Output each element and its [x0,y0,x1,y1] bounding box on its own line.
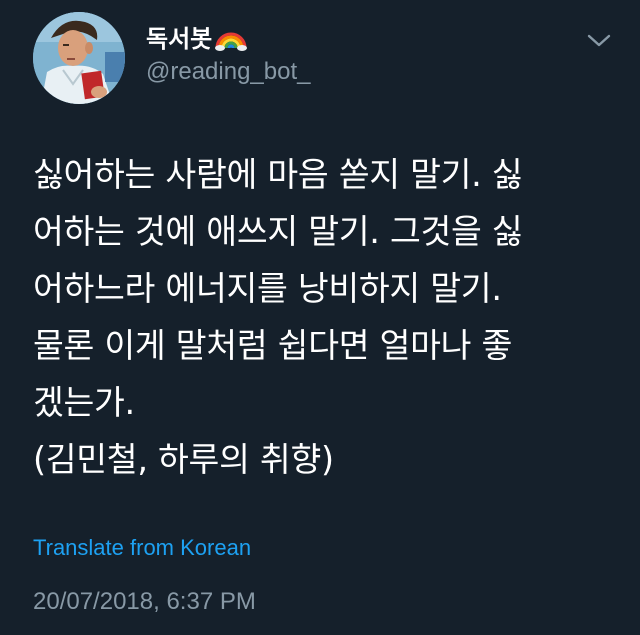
tweet-timestamp[interactable]: 20/07/2018, 6:37 PM [33,588,256,616]
tweet-text-line: 어하느라 에너지를 낭비하지 말기. [33,269,502,308]
name-row: 독서봇 [146,19,248,54]
avatar[interactable] [33,12,125,104]
rainbow-icon [215,20,248,52]
user-handle[interactable]: @reading_bot_ [146,58,310,86]
tweet-text-line: 겠는가. [33,383,135,422]
tweet-text-line: 물론 이게 말처럼 쉽다면 얼마나 좋 [33,326,513,365]
translate-link[interactable]: Translate from Korean [33,535,251,561]
tweet-text-line: (김민철, 하루의 취향) [33,440,334,479]
tweet-text: 싫어하는 사람에 마음 쏟지 말기. 싫 어하는 것에 애쓰지 말기. 그것을 … [33,146,613,488]
chevron-down-icon[interactable] [586,30,612,50]
tweet-text-line: 싫어하는 사람에 마음 쏟지 말기. 싫 [33,155,523,194]
avatar-painting-icon [33,12,125,104]
tweet-text-line: 어하는 것에 애쓰지 말기. 그것을 싫 [33,212,523,251]
display-name[interactable]: 독서봇 [146,19,212,54]
tweet: 독서봇 @reading_bot_ 싫어하는 사람에 마음 쏟지 말기. 싫 어… [0,0,640,635]
